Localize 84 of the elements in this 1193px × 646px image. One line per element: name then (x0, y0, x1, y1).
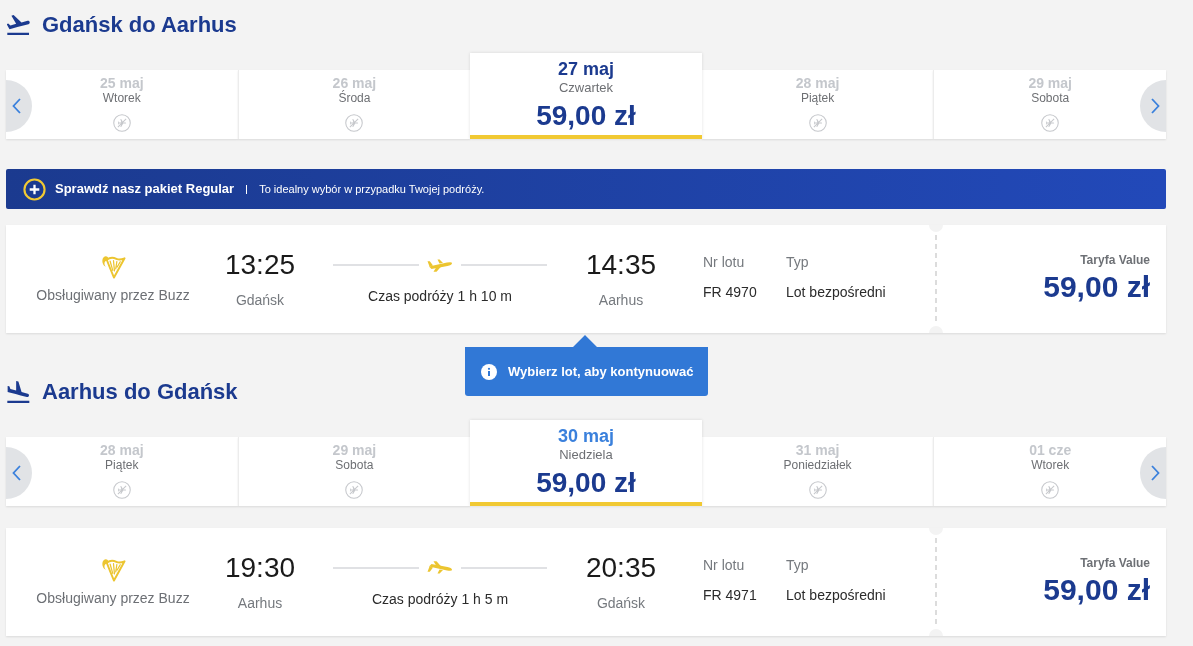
arrival-city: Gdańsk (596, 595, 646, 612)
fare-price: 59,00 zł (1043, 270, 1150, 304)
tooltip-text: Wybierz lot, aby kontynuować (508, 362, 694, 381)
plane-landing-icon (7, 381, 30, 403)
arrival-city: Aarhus (598, 292, 644, 309)
flight-number-label: Nr lotu (703, 254, 745, 271)
no-flights-icon (112, 114, 131, 132)
date-label: 25 maj (100, 76, 144, 91)
date-option[interactable]: 29 maj Sobota (933, 70, 1166, 139)
departure-time: 13:25 (224, 248, 296, 282)
date-label: 27 maj (557, 58, 614, 80)
flight-number: FR 4970 (703, 284, 757, 301)
info-icon (481, 363, 497, 380)
no-flights-icon (808, 481, 827, 499)
date-label: 29 maj (332, 443, 377, 458)
plane-icon (427, 258, 453, 272)
weekday-label: Sobota (1031, 91, 1070, 105)
flight-type-label: Typ (786, 254, 809, 271)
departure-city: Gdańsk (235, 292, 285, 309)
date-label: 28 maj (795, 76, 840, 91)
date-option[interactable]: 30 maj Niedziela 59,00 zł (470, 420, 702, 506)
flight-type: Lot bezpośredni (786, 284, 886, 301)
date-label: 28 maj (100, 443, 144, 458)
date-label: 29 maj (1028, 76, 1072, 91)
departure-time: 19:30 (224, 551, 296, 585)
arrival-time: 14:35 (585, 248, 657, 282)
no-flights-icon (345, 481, 364, 499)
fare-label: Taryfa Value (1080, 253, 1150, 268)
price-label: 59,00 zł (536, 100, 636, 132)
price-label: 59,00 zł (536, 467, 636, 499)
chevron-left-icon (12, 465, 21, 481)
date-label: 30 maj (557, 425, 614, 447)
date-option[interactable]: 01 cze Wtorek (933, 437, 1166, 506)
flight-card[interactable]: Obsługiwany przez Buzz 13:25 Gdańsk Czas podróży 1 h 10 m 14:35 Aarhus Nr lotu FR 4970 Typ Lot bezpośredni Taryfa Value 59,00 zł (6, 225, 1166, 333)
date-label: 26 maj (332, 76, 377, 91)
flight-type: Lot bezpośredni (786, 587, 886, 604)
duration-label: Czas podróży 1 h 5 m (371, 591, 509, 608)
weekday-label: Wtorek (1031, 458, 1070, 472)
date-option[interactable]: 31 maj Poniedziałek (701, 437, 934, 506)
plane-icon (427, 561, 453, 575)
date-option[interactable]: 29 maj Sobota (237, 437, 471, 506)
chevron-right-icon (1151, 98, 1160, 114)
route-title: Aarhus do Gdańsk (42, 379, 238, 405)
promo-text: To idealny wybór w przypadku Twojej podróży. (259, 181, 485, 197)
weekday-label: Poniedziałek (783, 458, 852, 472)
departure-city: Aarhus (237, 595, 283, 612)
date-option[interactable]: 25 maj Wtorek (6, 70, 238, 139)
date-option[interactable]: 27 maj Czwartek 59,00 zł (470, 53, 702, 139)
chevron-left-icon (12, 98, 21, 114)
no-flights-icon (808, 114, 827, 132)
promo-title: Sprawdź nasz pakiet Regular (55, 180, 235, 199)
flight-number: FR 4971 (703, 587, 757, 604)
weekday-label: Piątek (800, 91, 835, 105)
weekday-label: Wtorek (102, 91, 141, 105)
fare-label: Taryfa Value (1080, 556, 1150, 571)
flight-card[interactable]: Obsługiwany przez Buzz 19:30 Aarhus Czas podróży 1 h 5 m 20:35 Gdańsk Nr lotu FR 4971 Typ Lot bezpośredni Taryfa Value 59,00 zł (6, 528, 1166, 636)
plane-takeoff-icon (7, 15, 30, 35)
date-option[interactable]: 26 maj Środa (237, 70, 471, 139)
date-option[interactable]: 28 maj Piątek (701, 70, 934, 139)
weekday-label: Czwartek (558, 80, 614, 96)
no-flights-icon (112, 481, 131, 499)
date-option[interactable]: 28 maj Piątek (6, 437, 238, 506)
weekday-label: Niedziela (559, 447, 613, 463)
plus-circle-icon (23, 177, 46, 201)
weekday-label: Piątek (105, 458, 139, 472)
operator-label: Obsługiwany przez Buzz (36, 287, 190, 304)
weekday-label: Środa (338, 91, 371, 105)
route-title: Gdańsk do Aarhus (42, 12, 237, 38)
harp-logo-icon (100, 557, 126, 582)
operator-label: Obsługiwany przez Buzz (36, 590, 190, 607)
date-label: 01 cze (1029, 443, 1072, 458)
no-flights-icon (1041, 114, 1060, 132)
chevron-right-icon (1151, 465, 1160, 481)
arrival-time: 20:35 (585, 551, 657, 585)
flight-type-label: Typ (786, 557, 809, 574)
no-flights-icon (1041, 481, 1060, 499)
flight-number-label: Nr lotu (703, 557, 745, 574)
duration-label: Czas podróży 1 h 10 m (368, 288, 512, 305)
no-flights-icon (345, 114, 364, 132)
promo-banner[interactable]: Sprawdź nasz pakiet Regular To idealny wybór w przypadku Twojej podróży. (6, 169, 1166, 209)
fare-price: 59,00 zł (1043, 573, 1150, 607)
harp-logo-icon (100, 254, 126, 279)
weekday-label: Sobota (335, 458, 374, 472)
date-label: 31 maj (795, 443, 840, 458)
